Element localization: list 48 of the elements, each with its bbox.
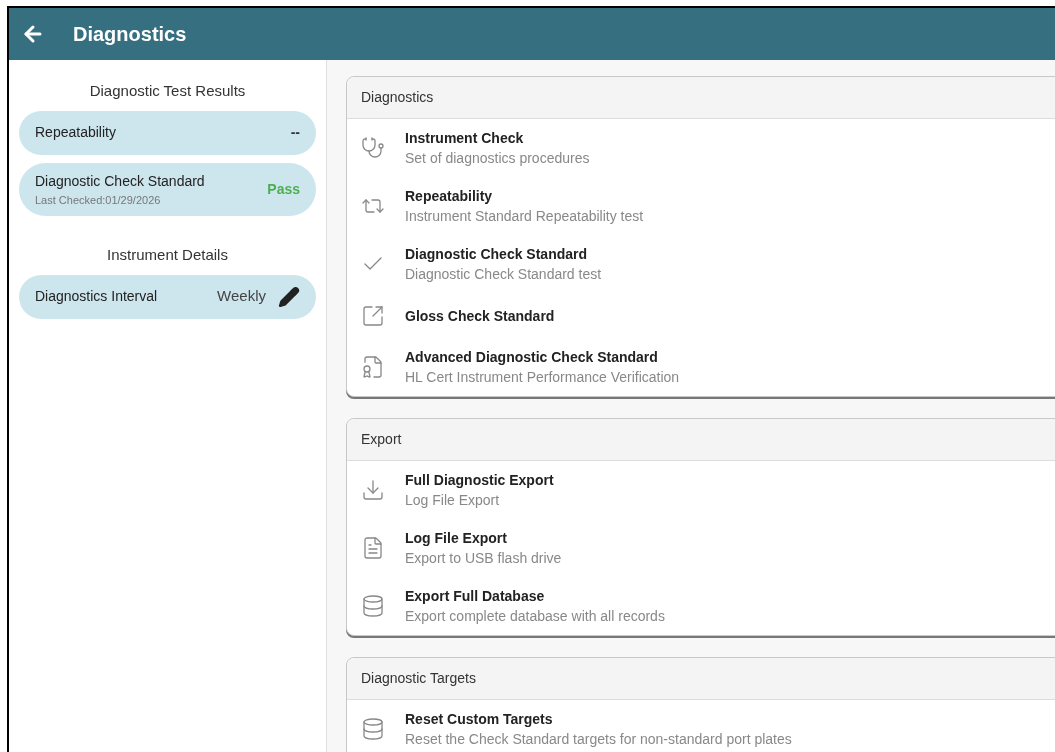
- page-title: Diagnostics: [73, 22, 187, 47]
- item-subtitle: Log File Export: [405, 491, 501, 510]
- item-subtitle: Reset the Check Standard targets for non-standard port plates: [405, 730, 792, 749]
- result-value: Pass: [267, 179, 300, 199]
- item-title: Advanced Diagnostic Check Standard: [405, 348, 659, 367]
- result-label: Repeatability: [35, 123, 116, 142]
- edit-button[interactable]: [278, 285, 300, 308]
- detail-value: Weekly: [217, 286, 266, 307]
- card-title: Diagnostics: [361, 88, 434, 107]
- last-checked-text: Last Checked:01/29/2026: [35, 192, 162, 208]
- pencil-icon: [278, 285, 300, 308]
- item-subtitle: HL Cert Instrument Performance Verification: [405, 368, 680, 387]
- menu-item[interactable]: Export Full Database Export complete database with all records: [347, 577, 1055, 635]
- detail-label: Diagnostics Interval: [35, 287, 158, 306]
- section-heading: Diagnostic Test Results: [88, 81, 247, 101]
- database-icon: [361, 717, 385, 741]
- item-title: Log File Export: [405, 529, 508, 548]
- item-title: Export Full Database: [405, 587, 546, 606]
- item-title: Gloss Check Standard: [405, 306, 555, 326]
- menu-item[interactable]: Full Diagnostic Export Log File Export: [347, 461, 1055, 519]
- stethoscope-icon: [361, 136, 385, 160]
- section-heading: Instrument Details: [106, 245, 229, 265]
- menu-item[interactable]: Diagnostic Check Standard Diagnostic Check Standard test: [347, 235, 1055, 293]
- card-title: Diagnostic Targets: [361, 669, 476, 688]
- result-value: --: [290, 123, 300, 142]
- menu-item[interactable]: Log File Export Export to USB flash drive: [347, 519, 1055, 577]
- arrow-icon: [361, 303, 385, 328]
- item-title: Full Diagnostic Export: [405, 471, 554, 490]
- item-subtitle: Set of diagnostics procedures: [405, 149, 590, 168]
- result-label: Diagnostic Check Standard: [35, 171, 205, 191]
- menu-item[interactable]: Repeatability Instrument Standard Repeatability test: [347, 177, 1055, 235]
- menu-item[interactable]: Gloss Check Standard: [347, 293, 1055, 338]
- item-subtitle: Diagnostic Check Standard test: [405, 265, 602, 284]
- item-title: Reset Custom Targets: [405, 710, 554, 729]
- item-title: Instrument Check: [405, 129, 525, 148]
- card-title: Export: [361, 430, 402, 449]
- item-subtitle: Export to USB flash drive: [405, 549, 562, 568]
- item-subtitle: Export complete database with all records: [405, 607, 665, 626]
- item-subtitle: Instrument Standard Repeatability test: [405, 207, 644, 226]
- certificate-icon: [361, 355, 385, 379]
- database-icon: [361, 594, 385, 618]
- download-icon: [361, 478, 385, 502]
- item-title: Diagnostic Check Standard: [405, 245, 589, 264]
- menu-item[interactable]: Reset Custom Targets Reset the Check Standard targets for non-standard port plates: [347, 700, 1055, 752]
- menu-item[interactable]: Instrument Check Set of diagnostics procedures: [347, 119, 1055, 177]
- document-icon: [361, 536, 385, 560]
- menu-item[interactable]: Advanced Diagnostic Check Standard HL Cert Instrument Performance Verification: [347, 338, 1055, 396]
- item-title: Repeatability: [405, 187, 494, 206]
